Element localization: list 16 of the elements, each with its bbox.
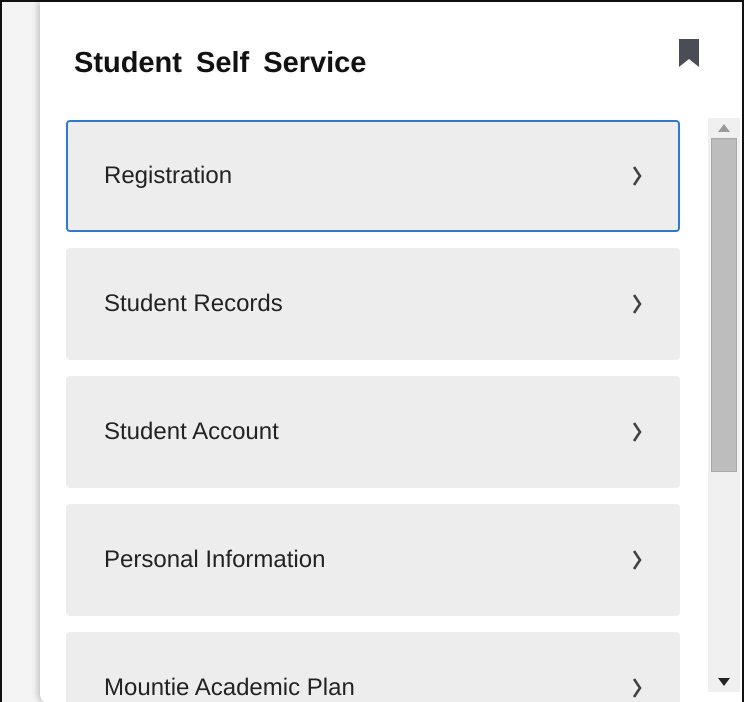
menu-item[interactable]: Mountie Academic Plan	[66, 632, 680, 702]
chevron-right-icon	[632, 550, 642, 570]
panel-title: Student Self Service	[74, 46, 366, 81]
chevron-right-icon	[632, 422, 642, 442]
menu-item[interactable]: Student Account	[66, 376, 680, 488]
menu-item[interactable]: Registration	[66, 120, 680, 232]
scroll-up-icon[interactable]	[718, 124, 730, 132]
chevron-right-icon	[632, 678, 642, 698]
chevron-right-icon	[632, 294, 642, 314]
chevron-right-icon	[632, 166, 642, 186]
scrollbar[interactable]	[708, 118, 740, 692]
menu-item[interactable]: Student Records	[66, 248, 680, 360]
scroll-down-icon[interactable]	[718, 678, 730, 686]
menu-item[interactable]: Personal Information	[66, 504, 680, 616]
scrollbar-thumb[interactable]	[711, 138, 737, 472]
bookmark-icon[interactable]	[678, 38, 700, 68]
